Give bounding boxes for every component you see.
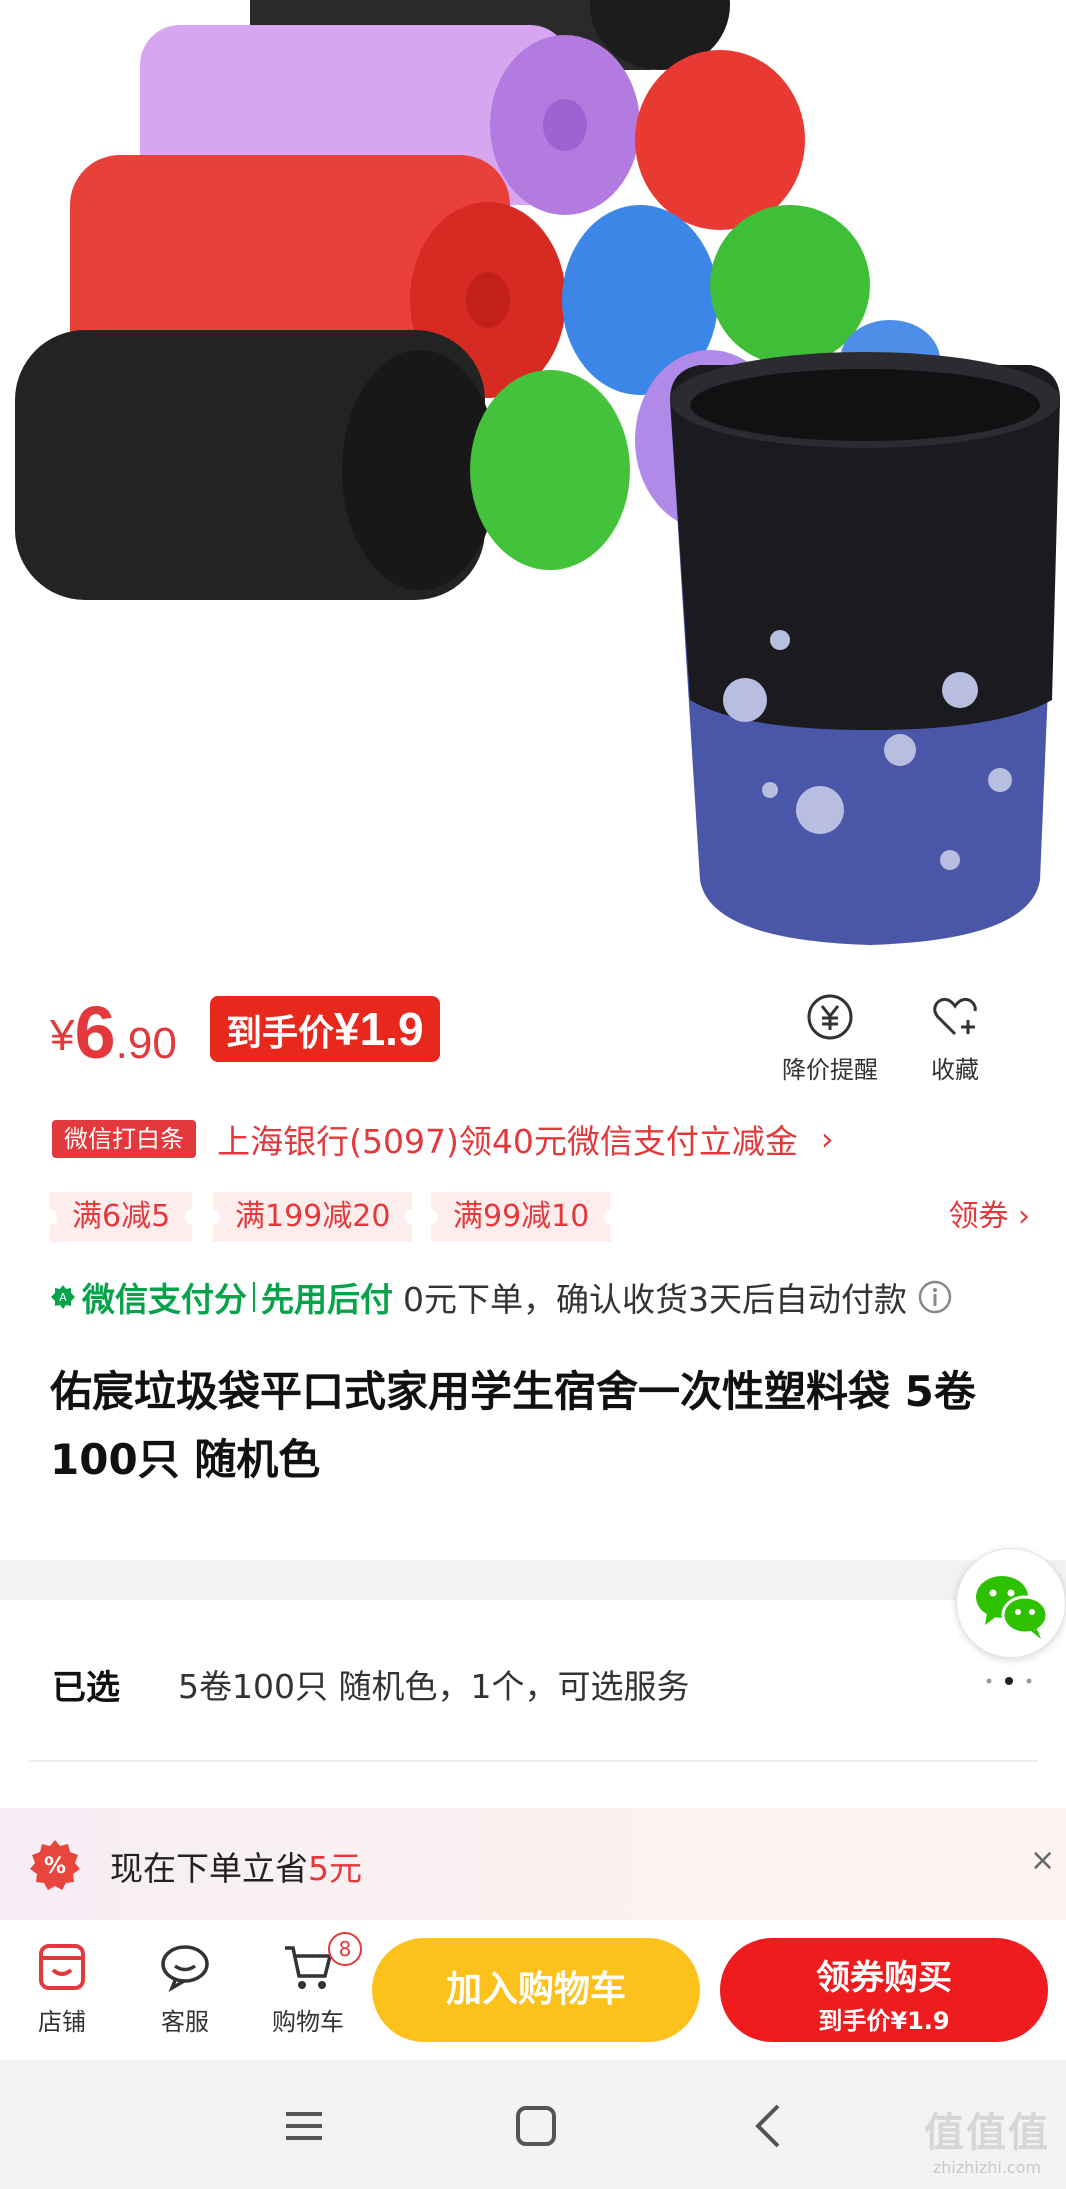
bank-promo-text: 上海银行(5097)领40元微信支付立减金	[217, 1122, 798, 1161]
buy-button-label: 领券购买	[816, 1958, 952, 1998]
trash-bag-rolls-image	[15, 0, 1060, 945]
price-integer: 6	[74, 991, 116, 1074]
pay-later-brand: 微信支付分	[82, 1280, 247, 1319]
price-drop-remind-label: 降价提醒	[782, 1056, 878, 1084]
final-price-tag: 到手价¥1.9	[210, 996, 440, 1062]
bank-promo-tag: 微信打白条	[52, 1120, 196, 1158]
info-icon[interactable]	[917, 1279, 953, 1315]
save-now-prefix: 现在下单立省	[110, 1849, 308, 1888]
favorite-button[interactable]: 收藏	[895, 990, 1015, 1085]
get-coupon-link[interactable]: 领券 ›	[948, 1192, 1030, 1242]
price-decimal: .90	[115, 1019, 177, 1068]
pay-later-divider	[253, 1282, 255, 1312]
price: ¥6.90	[50, 990, 177, 1075]
wechat-share-button[interactable]	[956, 1548, 1066, 1658]
add-to-cart-button[interactable]: 加入购物车	[372, 1938, 700, 2042]
svg-text:A: A	[59, 1291, 67, 1304]
pay-later-description: 0元下单，确认收货3天后自动付款	[403, 1280, 907, 1319]
watermark: 值值值 zhizhizhi.com	[912, 2100, 1062, 2177]
product-title: 佑宸垃圾袋平口式家用学生宿舍一次性塑料袋 5卷100只 随机色	[50, 1367, 976, 1484]
recent-apps-icon[interactable]	[274, 2096, 334, 2156]
system-navigation-bar	[0, 2060, 1066, 2189]
price-currency: ¥	[50, 1011, 75, 1060]
final-price-label: 到手价	[226, 1013, 335, 1054]
close-icon[interactable]: ×	[1030, 1846, 1055, 1876]
favorite-label: 收藏	[931, 1056, 979, 1084]
wechat-icon	[976, 1576, 1049, 1639]
pay-later-mode: 先用后付	[261, 1280, 393, 1319]
price-row: ¥6.90 到手价¥1.9 降价提醒 收藏	[50, 990, 1030, 1084]
discount-badge-icon: %	[30, 1840, 80, 1890]
selected-label: 已选	[52, 1668, 120, 1708]
customer-service-tab[interactable]: 客服	[135, 1940, 235, 2037]
chevron-right-icon: ›	[820, 1120, 834, 1158]
section-gap	[0, 1560, 1066, 1600]
customer-service-label: 客服	[161, 2008, 209, 2036]
product-image[interactable]	[0, 0, 1066, 965]
coupon-chip[interactable]: 满6减5	[42, 1192, 200, 1242]
more-dots-icon	[986, 1677, 1032, 1685]
cart-label: 购物车	[272, 2008, 344, 2036]
heart-plus-icon	[933, 997, 977, 1036]
buy-button-final-price: 到手价¥1.9	[818, 2007, 950, 2035]
save-now-text: 现在下单立省5元	[110, 1842, 362, 1890]
cart-count-badge: 8	[328, 1932, 362, 1966]
cart-tab[interactable]: 购物车 8	[258, 1932, 362, 2037]
wechat-pay-score-icon: A	[51, 1285, 75, 1309]
save-now-amount: 5元	[308, 1849, 362, 1888]
selected-value: 5卷100只 随机色，1个，可选服务	[178, 1667, 690, 1706]
save-now-banner[interactable]: % 现在下单立省5元 ×	[0, 1808, 1066, 1920]
buy-with-coupon-button[interactable]: 领券购买 到手价¥1.9	[720, 1938, 1048, 2042]
watermark-url: zhizhizhi.com	[932, 2158, 1042, 2177]
price-alert-icon	[807, 994, 853, 1040]
selected-spec-row[interactable]: 已选 5卷100只 随机色，1个，可选服务	[0, 1600, 1066, 1760]
price-drop-remind-button[interactable]: 降价提醒	[770, 990, 890, 1085]
shop-icon	[39, 1944, 85, 1990]
pay-later-row[interactable]: A 微信支付分 先用后付 0元下单，确认收货3天后自动付款	[50, 1273, 1030, 1323]
home-icon[interactable]	[506, 2096, 566, 2156]
back-icon[interactable]	[740, 2096, 800, 2156]
shopping-cart-icon	[285, 1946, 333, 1989]
coupon-chip[interactable]: 满199减20	[205, 1192, 420, 1242]
shop-label: 店铺	[38, 2008, 86, 2036]
bank-promo-row[interactable]: 微信打白条 上海银行(5097)领40元微信支付立减金 ›	[52, 1115, 1042, 1165]
final-price-value: ¥1.9	[334, 1003, 424, 1055]
bottom-action-bar: 店铺 客服 购物车 8 加入购物车 领券购买 到手价¥1.9	[0, 1920, 1066, 2060]
coupon-chip[interactable]: 满99减10	[423, 1192, 619, 1242]
shop-tab[interactable]: 店铺	[12, 1940, 112, 2037]
svg-text:%: %	[44, 1854, 66, 1879]
coupon-row: 满6减5 满199减20 满99减10 领券 ›	[42, 1192, 1030, 1242]
chat-bubble-icon	[161, 1945, 209, 1993]
divider	[28, 1760, 1038, 1762]
watermark-logo: 值值值	[924, 2110, 1050, 2156]
